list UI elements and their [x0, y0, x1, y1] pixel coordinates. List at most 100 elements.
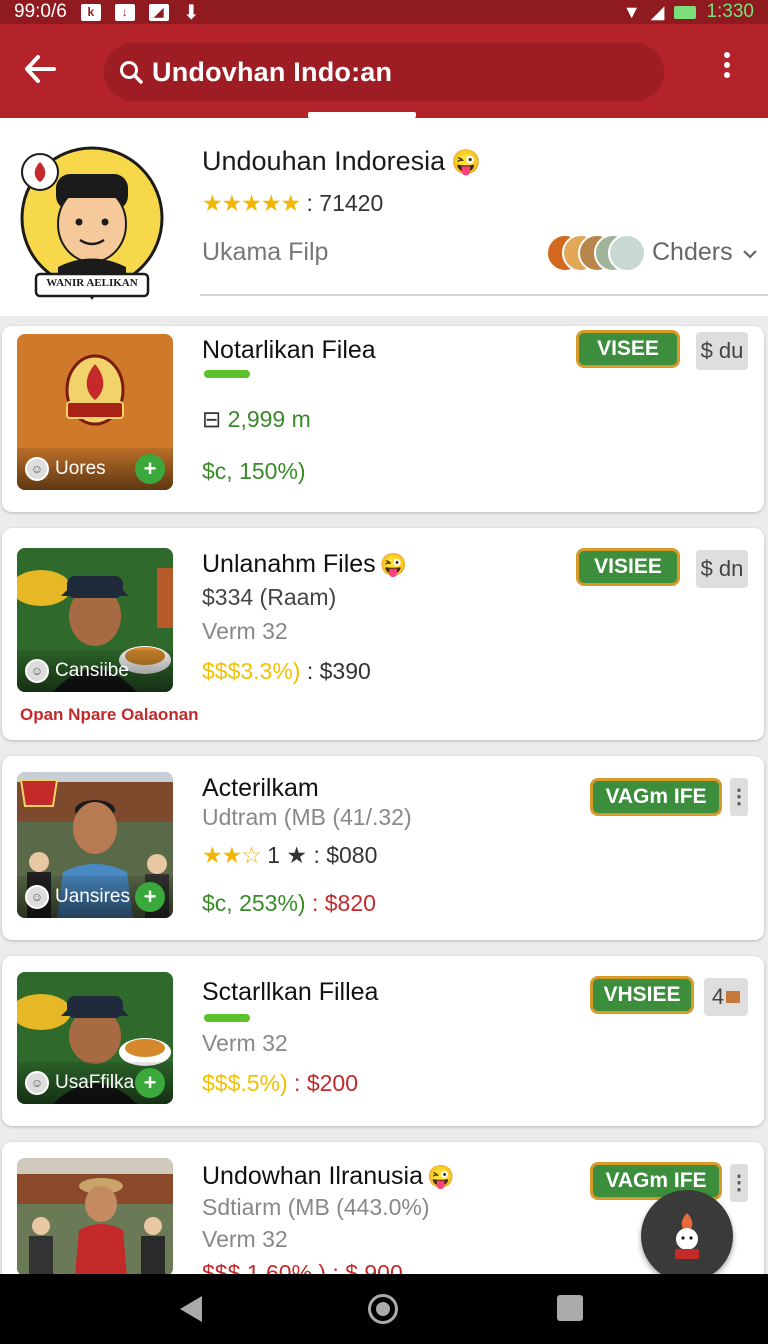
item-meta: $334 (Raam)	[202, 584, 337, 610]
status-bar: 99:0/6 k ↓ ◢ ⬇ ▼ ◢ 1:330	[0, 0, 768, 24]
search-bar[interactable]: Undovhan Indo:an	[104, 43, 664, 101]
logo-caption: WANIR AELIKAN	[46, 277, 138, 289]
thumb-caption-text: Cansiibe	[55, 660, 129, 681]
file-icon: ⊟	[202, 406, 222, 432]
cart-button[interactable]: 4	[704, 978, 748, 1016]
wink-emoji-icon: 😜	[451, 149, 482, 176]
clock: 1:330	[706, 1, 754, 22]
status-right: ▼ ◢ 1:330	[623, 1, 754, 23]
item-price: $$$.5%) : $200	[202, 1070, 358, 1097]
add-button[interactable]: +	[135, 1068, 165, 1098]
price-discount: $$$.5%)	[202, 1070, 288, 1096]
nav-recents-icon[interactable]	[557, 1295, 583, 1321]
avatar	[608, 234, 646, 272]
rating-text: 1 ★ : $080	[267, 842, 378, 868]
cart-count: 4	[711, 984, 725, 1009]
others-avatars[interactable]	[546, 234, 646, 274]
chef-fab-button[interactable]	[641, 1190, 733, 1282]
list-item[interactable]: ☺ Cansiibe Unlanahm Files 😜 $334 (Raam) V…	[2, 528, 764, 740]
header-divider	[200, 294, 768, 296]
avatar: ☺	[25, 885, 49, 909]
add-button[interactable]: +	[135, 882, 165, 912]
item-title: Sctarllkan Fillea	[202, 978, 379, 1006]
signal-icon: ◢	[650, 1, 665, 22]
seller-header: WANIR AELIKAN Undouhan Indoresia 😜 ★★★★★ …	[0, 118, 768, 316]
price-button[interactable]: $ dn	[696, 550, 748, 588]
item-size-text: 2,999 m	[227, 406, 311, 432]
item-rating: ★★☆ 1 ★ : $080	[202, 842, 377, 869]
plus-icon: +	[143, 1070, 157, 1095]
app-bar: Undovhan Indo:an	[0, 24, 768, 118]
status-left: 99:0/6 k ↓ ◢ ⬇	[14, 0, 200, 25]
price-discount: $$$3.3%)	[202, 658, 301, 684]
arrow-left-icon	[25, 55, 56, 83]
item-version: Verm 32	[202, 618, 288, 644]
more-options-button[interactable]: ⋮	[729, 778, 749, 816]
chef-mascot-icon	[675, 1213, 699, 1259]
wink-emoji-icon: 😜	[426, 1164, 455, 1189]
k-notification-icon: k	[80, 3, 101, 21]
wifi-icon: ▼	[622, 1, 641, 22]
item-thumbnail[interactable]: ☺ Uansires +	[17, 772, 173, 918]
avatar: ☺	[25, 457, 49, 481]
seller-name-text: Undouhan Indoresia	[202, 146, 446, 176]
system-nav-bar	[0, 1274, 768, 1344]
more-vert-icon: ⋮	[729, 1172, 749, 1194]
rating-count: : 71420	[306, 190, 384, 216]
item-price: $$$3.3%) : $390	[202, 658, 371, 685]
view-button[interactable]: VAGm IFE	[590, 778, 722, 816]
seller-logo[interactable]: WANIR AELIKAN	[18, 142, 166, 302]
item-title: Unlanahm Files 😜	[202, 550, 407, 579]
item-meta: Udtram (MB (41/.32)	[202, 804, 412, 830]
avatar: ☺	[25, 659, 49, 683]
seller-name: Undouhan Indoresia 😜	[202, 146, 481, 177]
nav-home-icon[interactable]	[368, 1294, 398, 1324]
item-meta: Sdtiarm (MB (443.0%)	[202, 1194, 430, 1220]
item-thumbnail[interactable]: ☺ Uores +	[17, 334, 173, 490]
item-title-text: Undowhan Ilranusia	[202, 1162, 423, 1190]
wink-emoji-icon: 😜	[379, 552, 408, 577]
nav-back-icon[interactable]	[178, 1294, 204, 1324]
item-thumbnail[interactable]: ☺ UsaFfilka +	[17, 972, 173, 1104]
battery-icon	[674, 5, 697, 19]
item-title: Undowhan Ilranusia 😜	[202, 1162, 454, 1191]
view-button[interactable]: VISIEE	[576, 548, 680, 586]
item-price: $c, 253%) : $820	[202, 890, 376, 917]
thumb-caption-text: Uores	[55, 458, 106, 479]
status-bar-indicator	[204, 1014, 250, 1022]
star-rating-icon: ★★★★★	[202, 190, 301, 216]
price-amount: : $820	[305, 890, 376, 916]
item-version: Verm 32	[202, 1226, 288, 1252]
back-button[interactable]	[18, 46, 62, 92]
seller-subtitle: Ukama Filp	[202, 238, 329, 266]
item-version: Verm 32	[202, 1030, 288, 1056]
image-icon: ◢	[148, 3, 169, 21]
box-icon	[726, 991, 741, 1003]
chevron-down-icon	[742, 250, 757, 259]
plus-icon: +	[143, 884, 157, 909]
status-bar-indicator	[204, 370, 250, 378]
star-rating-icon: ★★☆	[202, 842, 262, 868]
item-thumbnail[interactable]	[17, 1158, 173, 1276]
item-title: Notarlikan Filea	[202, 336, 376, 364]
more-vert-icon	[724, 52, 730, 78]
list-item[interactable]: ☺ Uores + Notarlikan Filea ⊟ 2,999 m $c,…	[2, 326, 764, 512]
item-price: $c, 150%)	[202, 458, 306, 484]
item-title-text: Unlanahm Files	[202, 550, 376, 578]
view-button[interactable]: VISEE	[576, 330, 680, 368]
item-thumbnail[interactable]: ☺ Cansiibe	[17, 548, 173, 692]
others-label: Chders	[652, 238, 733, 266]
more-options-button[interactable]	[714, 50, 740, 90]
price-button[interactable]: $ du	[696, 332, 748, 370]
list-item[interactable]: ☺ Uansires + Acterilkam Udtram (MB (41/.…	[2, 756, 764, 940]
others-dropdown[interactable]: Chders	[652, 238, 758, 267]
price-amount: : $390	[300, 658, 371, 684]
add-button[interactable]: +	[135, 454, 165, 484]
more-options-button[interactable]: ⋮	[729, 1164, 749, 1202]
item-footer-link[interactable]: Opan Npare Oalaonan	[20, 705, 199, 725]
list-item[interactable]: ☺ UsaFfilka + Sctarllkan Fillea Verm 32 …	[2, 956, 764, 1126]
download-arrow-icon: ⬇	[182, 1, 200, 24]
view-button[interactable]: VHSIEE	[590, 976, 694, 1014]
search-query: Undovhan Indo:an	[152, 56, 393, 87]
price-discount: $c, 253%)	[202, 890, 306, 916]
